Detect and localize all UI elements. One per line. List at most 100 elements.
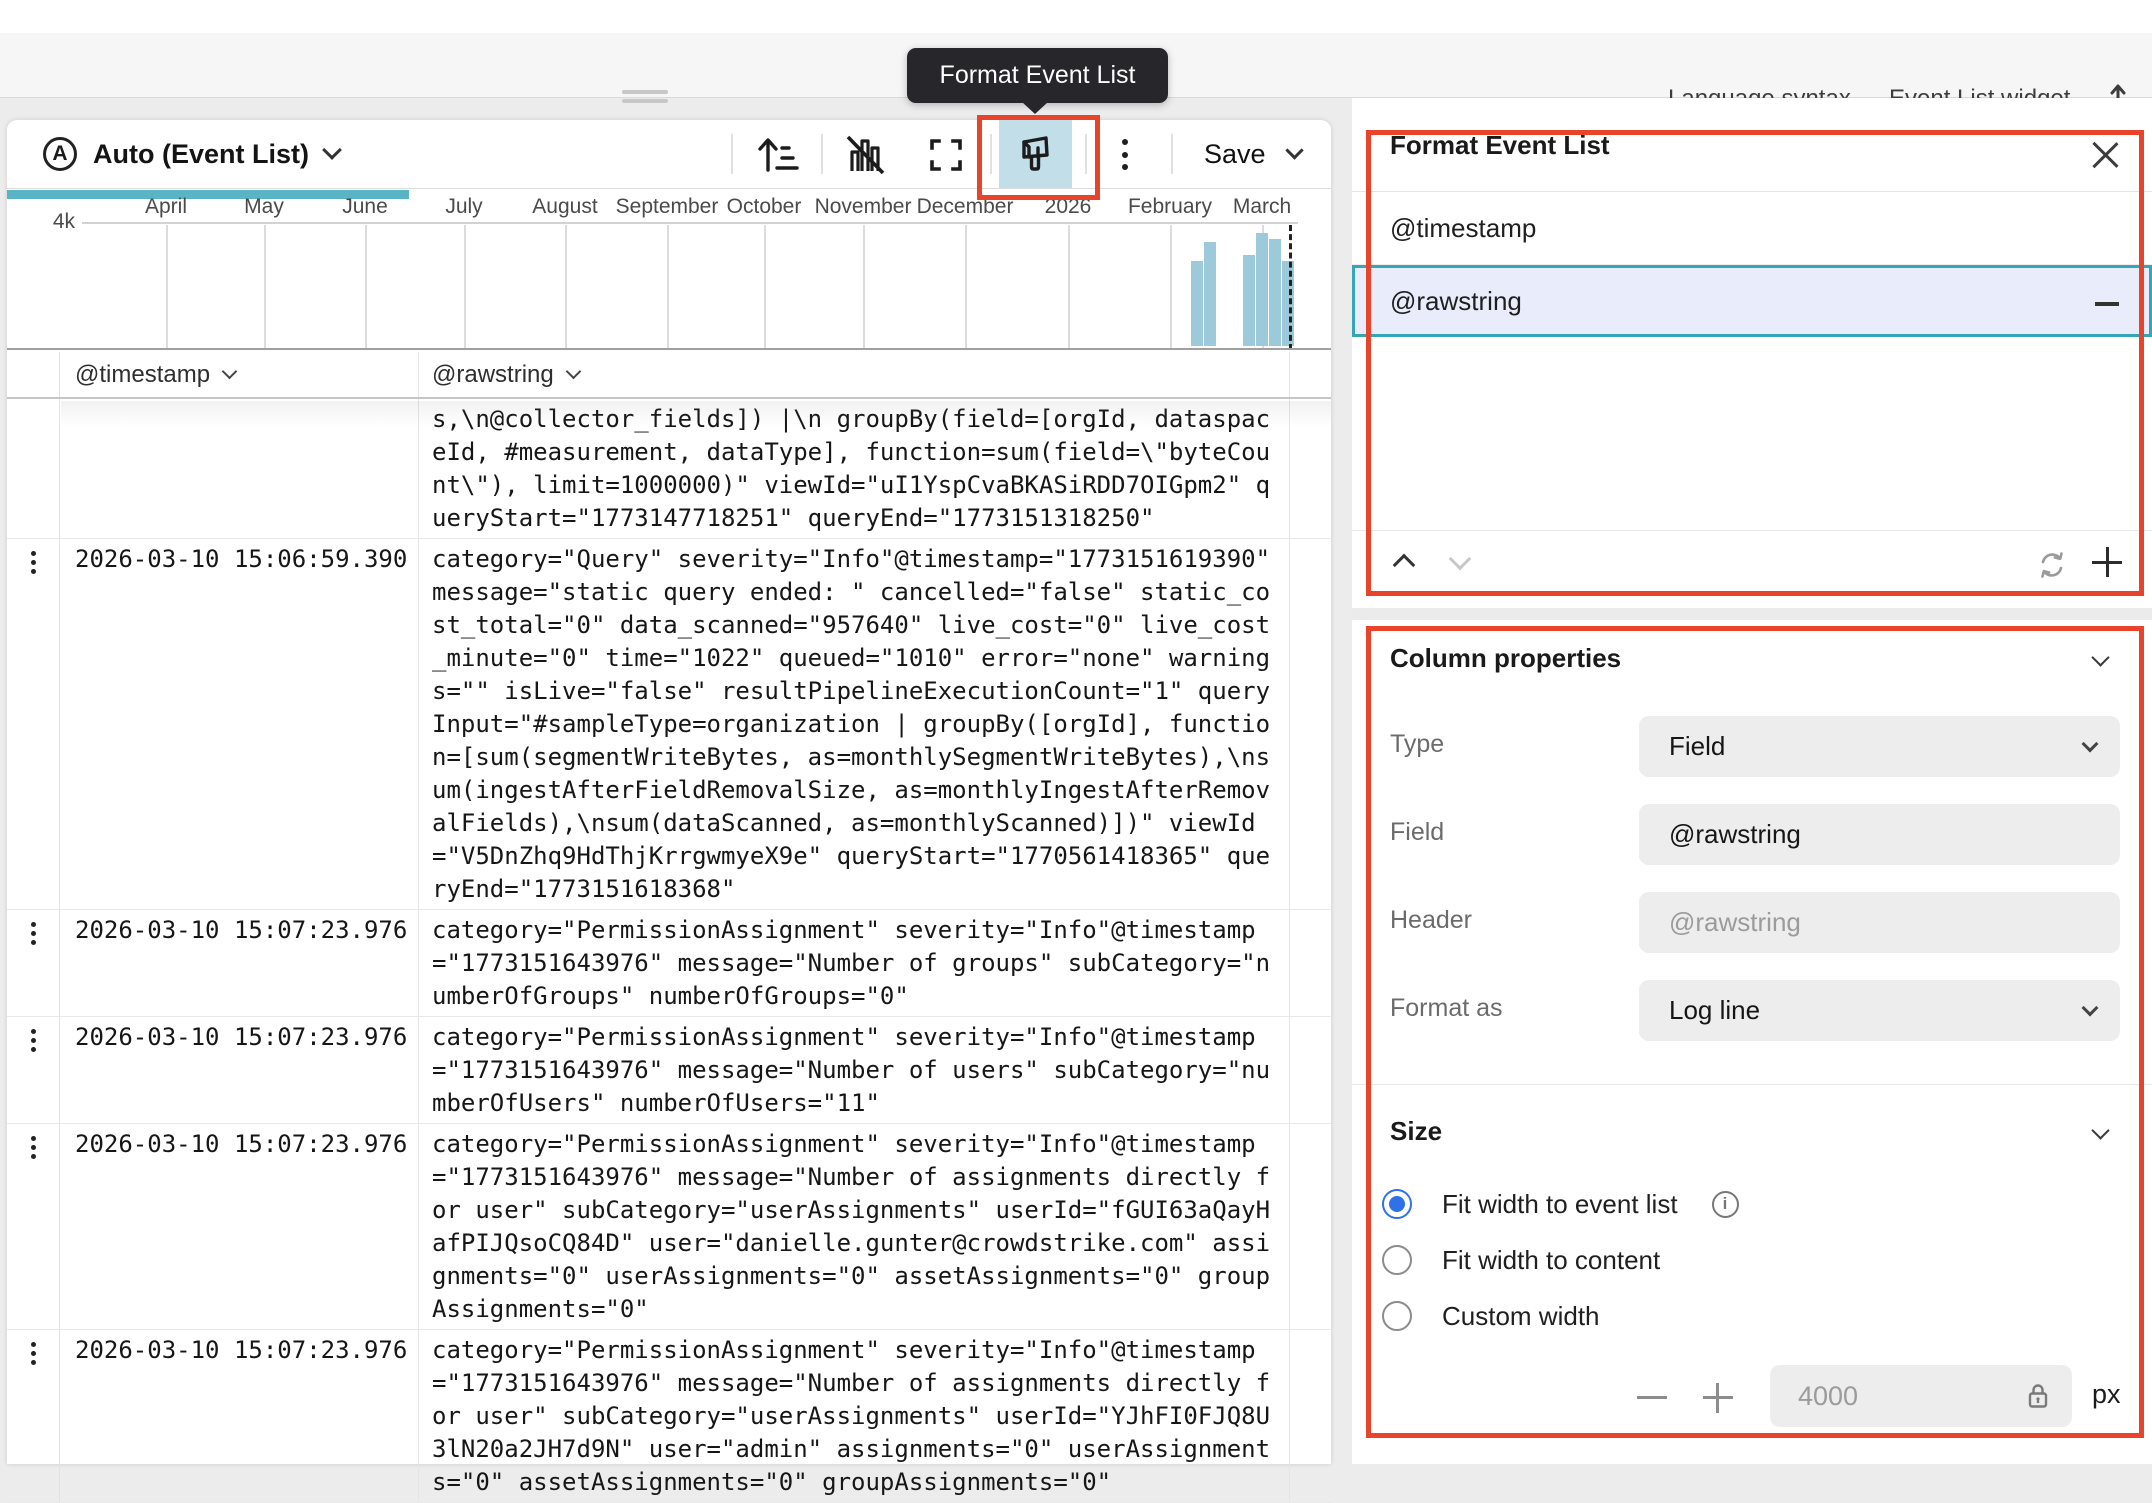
fullscreen-icon[interactable] [923, 132, 969, 178]
radio-button[interactable] [1382, 1245, 1412, 1275]
chart-month-label: February [1128, 195, 1212, 219]
chevron-down-icon [2082, 999, 2099, 1016]
decrement-width-icon[interactable] [1635, 1381, 1669, 1415]
chart-month-label: March [1233, 195, 1291, 219]
chart-month-label: November [815, 195, 912, 219]
row-menu-icon[interactable] [31, 1136, 36, 1159]
panel-divider [1352, 1084, 2152, 1085]
chart-gridline [667, 225, 669, 350]
radio-button[interactable] [1382, 1189, 1412, 1219]
chart-gridline [264, 225, 266, 350]
table-header-row: @timestamp @rawstring [7, 352, 1331, 399]
type-dropdown[interactable]: Field [1639, 716, 2120, 777]
histogram-bar [1256, 233, 1268, 346]
tab-label: Auto (Event List) [93, 139, 309, 170]
chevron-down-icon[interactable] [222, 364, 238, 380]
radio-option-fit-width-to-content[interactable]: Fit width to content [1382, 1238, 1660, 1282]
field-item-label: @rawstring [1390, 286, 1522, 317]
field-list-footer [1352, 530, 2152, 594]
toolbar-divider [990, 134, 992, 174]
table-gutter-header [7, 352, 60, 397]
chart-baseline [7, 348, 1331, 350]
histogram-hidden-icon[interactable] [842, 132, 888, 178]
event-row: 2026-03-10 15:07:23.976category="Permiss… [7, 1124, 1331, 1330]
chart-ytick-label: 4k [33, 210, 75, 234]
format-as-label: Format as [1390, 994, 1503, 1023]
radio-option-fit-width-to-event-list[interactable]: Fit width to event list i [1382, 1182, 1739, 1226]
chart-gridline [1068, 225, 1070, 350]
chart-month-label: April [145, 195, 187, 219]
row-menu-icon[interactable] [31, 551, 36, 574]
info-icon[interactable]: i [1712, 1191, 1739, 1218]
rawstring-cell: s,\n@collector_fields]) |\n groupBy(fiel… [419, 399, 1290, 538]
refresh-icon[interactable] [2036, 549, 2068, 581]
chart-y-gridline [82, 222, 1298, 224]
kebab-menu-icon[interactable] [1119, 139, 1131, 177]
radio-button[interactable] [1382, 1301, 1412, 1331]
save-button[interactable]: Save [1204, 120, 1301, 188]
timestamp-cell [60, 399, 419, 538]
paintbrush-icon[interactable] [1012, 132, 1058, 178]
collapse-section-icon[interactable] [2091, 648, 2109, 666]
type-label: Type [1390, 730, 1444, 759]
sort-icon[interactable] [754, 132, 800, 178]
chart-month-label: 2026 [1045, 195, 1092, 219]
chart-gridline [464, 225, 466, 350]
row-gutter [7, 910, 60, 1016]
chart-gridline [365, 225, 367, 350]
rawstring-cell: category="PermissionAssignment" severity… [419, 1330, 1290, 1502]
radio-label: Fit width to event list [1442, 1189, 1678, 1220]
panel-title: Format Event List [1390, 130, 1610, 161]
row-menu-icon[interactable] [31, 1342, 36, 1365]
field-list: @timestamp @rawstring [1352, 193, 2152, 337]
radio-option-custom-width[interactable]: Custom width [1382, 1294, 1600, 1338]
histogram-bar [1269, 239, 1281, 346]
chevron-down-icon [322, 140, 342, 160]
move-up-icon[interactable] [1393, 554, 1416, 577]
column-header-rawstring: @rawstring [432, 361, 554, 389]
width-unit-label: px [2092, 1379, 2121, 1410]
remove-field-icon[interactable] [2095, 302, 2119, 306]
event-list-widget-card: A Auto (Event List) [7, 120, 1331, 1464]
event-row: 2026-03-10 15:07:23.976category="Permiss… [7, 1330, 1331, 1503]
chevron-down-icon [2082, 735, 2099, 752]
radio-label: Fit width to content [1442, 1245, 1660, 1276]
timestamp-cell: 2026-03-10 15:07:23.976 [60, 1017, 419, 1123]
column-header-timestamp: @timestamp [75, 361, 210, 389]
panel-header: Format Event List [1352, 98, 2152, 192]
row-menu-icon[interactable] [31, 1029, 36, 1052]
table-body: s,\n@collector_fields]) |\n groupBy(fiel… [7, 399, 1331, 1503]
chart-gridline [863, 225, 865, 350]
row-menu-icon[interactable] [31, 922, 36, 945]
collapse-section-icon[interactable] [2091, 1121, 2109, 1139]
close-icon[interactable] [2092, 138, 2118, 164]
header-input[interactable] [1639, 892, 2120, 953]
increment-width-icon[interactable] [1701, 1381, 1735, 1415]
histogram-bar [1243, 255, 1255, 346]
rawstring-cell: category="PermissionAssignment" severity… [419, 1124, 1290, 1329]
field-input[interactable] [1639, 804, 2120, 865]
field-item-rawstring[interactable]: @rawstring [1352, 265, 2152, 337]
tab-auto-event-list[interactable]: A Auto (Event List) [43, 120, 339, 188]
chart-gridline [166, 225, 168, 350]
event-row: 2026-03-10 15:07:23.976category="Permiss… [7, 1017, 1331, 1124]
field-label: Field [1390, 818, 1444, 847]
row-gutter [7, 539, 60, 909]
chart-month-label: September [616, 195, 719, 219]
size-title: Size [1390, 1116, 1442, 1147]
toolbar-divider [821, 134, 823, 174]
row-gutter [7, 399, 60, 538]
lock-icon [2022, 1380, 2054, 1412]
chevron-down-icon[interactable] [565, 364, 581, 380]
event-row: 2026-03-10 15:06:59.390category="Query" … [7, 539, 1331, 910]
format-as-dropdown[interactable]: Log line [1639, 980, 2120, 1041]
histogram-bar [1282, 261, 1294, 346]
move-down-icon[interactable] [1449, 548, 1472, 571]
chart-gridline [1170, 225, 1172, 350]
row-gutter [7, 1330, 60, 1502]
field-item-timestamp[interactable]: @timestamp [1352, 193, 2152, 265]
custom-width-field [1770, 1365, 2072, 1427]
add-field-icon[interactable] [2090, 545, 2124, 579]
chart-now-marker [1289, 225, 1292, 350]
drag-handle[interactable] [622, 90, 668, 104]
